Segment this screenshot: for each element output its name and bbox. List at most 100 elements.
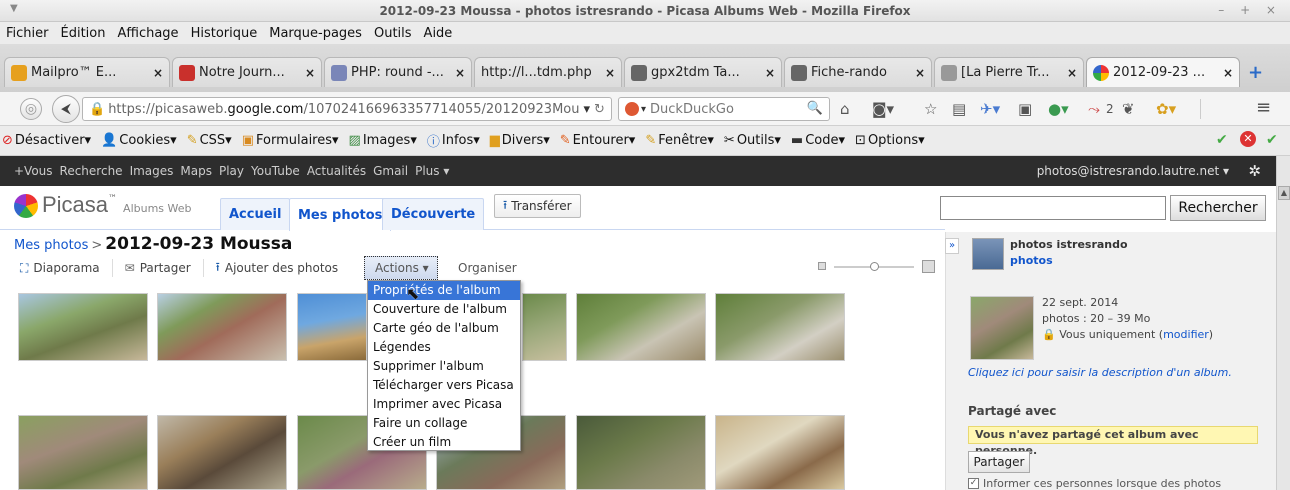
upload-button[interactable]: ⭱ Transférer — [494, 194, 581, 218]
gear-icon[interactable]: ✲ — [1248, 162, 1261, 180]
tab-close-icon[interactable]: × — [909, 66, 925, 80]
thumbnail-size-slider[interactable] — [818, 260, 938, 274]
gbar-vous[interactable]: +Vous — [14, 164, 53, 178]
bm-formulaires[interactable]: ▣ Formulaires▾ — [242, 133, 339, 148]
avatar[interactable] — [972, 238, 1004, 270]
photo-thumbnail[interactable] — [522, 293, 567, 361]
bm-cookies[interactable]: 👤 Cookies▾ — [101, 133, 177, 148]
gbar-youtube[interactable]: YouTube — [251, 164, 300, 178]
bookmark-star-icon[interactable]: ☆ — [924, 100, 937, 118]
identity-icon[interactable]: ◎ — [20, 98, 42, 120]
search-icon[interactable]: 🔍 — [807, 101, 823, 116]
extension-icon[interactable]: ✿▾ — [1156, 100, 1176, 118]
tab-gpx2tdm[interactable]: gpx2tdm Ta... × — [624, 57, 782, 87]
hamburger-menu-icon[interactable]: ≡ — [1256, 97, 1271, 118]
share-button[interactable]: ✉ Partager — [125, 261, 191, 275]
menu-item-legendes[interactable]: Légendes — [368, 338, 520, 357]
slider-handle[interactable] — [870, 262, 879, 271]
gbar-maps[interactable]: Maps — [180, 164, 212, 178]
share-album-button[interactable]: Partager — [968, 451, 1030, 473]
tab-notre-journal[interactable]: Notre Journ... × — [172, 57, 322, 87]
page-scrollbar[interactable]: ▲ — [1276, 156, 1290, 490]
menu-item-supprimer[interactable]: Supprimer l'album — [368, 357, 520, 376]
new-tab-icon[interactable]: + — [1248, 62, 1263, 83]
screenshot-icon[interactable]: ◙▾ — [872, 100, 894, 118]
menu-outils[interactable]: Outils — [374, 26, 412, 41]
menu-marque-pages[interactable]: Marque-pages — [269, 26, 362, 41]
check-green-icon[interactable]: ✔ — [1216, 132, 1228, 148]
photo-thumbnail[interactable] — [157, 415, 287, 490]
tab-close-icon[interactable]: × — [1061, 66, 1077, 80]
tab-mailpro[interactable]: Mailpro™ E... × — [4, 57, 170, 87]
menu-item-film[interactable]: Créer un film — [368, 433, 520, 452]
error-red-icon[interactable]: ✕ — [1240, 131, 1256, 147]
menu-item-couverture[interactable]: Couverture de l'album — [368, 300, 520, 319]
tab-close-icon[interactable]: × — [759, 66, 775, 80]
bm-code[interactable]: ▬ Code▾ — [791, 133, 845, 148]
photo-thumbnail[interactable] — [157, 293, 287, 361]
tab-php-round[interactable]: PHP: round -... × — [324, 57, 472, 87]
url-dropdown-icon[interactable]: ▾ — [583, 102, 590, 117]
scroll-up-icon[interactable]: ▲ — [1278, 186, 1290, 200]
picasa-logo[interactable]: Picasa ™ Albums Web — [14, 192, 192, 218]
photo-thumbnail[interactable] — [576, 415, 706, 490]
photo-thumbnail[interactable] — [18, 415, 148, 490]
menu-edition[interactable]: Édition — [61, 26, 106, 41]
plugin-icon[interactable]: ❦ — [1122, 100, 1135, 118]
bm-options[interactable]: ⊡ Options▾ — [855, 133, 925, 148]
bm-fenetre[interactable]: ✎ Fenêtre▾ — [645, 133, 714, 148]
menu-item-telecharger[interactable]: Télécharger vers Picasa — [368, 376, 520, 395]
owner-photos-link[interactable]: photos — [1010, 254, 1053, 267]
organiser-button[interactable]: Organiser — [458, 261, 517, 275]
account-menu[interactable]: photos@istresrando.lautre.net ▾ — [1037, 164, 1229, 178]
url-bar[interactable]: 🔒 https://picasaweb. google.com/107024166… — [82, 97, 612, 121]
gbar-images[interactable]: Images — [130, 164, 174, 178]
reload-icon[interactable]: ↻ — [594, 102, 605, 117]
bm-css[interactable]: ✎ CSS▾ — [187, 133, 232, 148]
tab-la-pierre[interactable]: [La Pierre Tr... × — [934, 57, 1084, 87]
gbar-play[interactable]: Play — [219, 164, 244, 178]
bm-infos[interactable]: ⓘ Infos▾ — [427, 131, 480, 150]
gbar-gmail[interactable]: Gmail — [373, 164, 408, 178]
notify-checkbox[interactable]: ✓ — [968, 478, 979, 489]
window-controls[interactable]: – + × — [1218, 3, 1282, 17]
menu-fichier[interactable]: Fichier — [6, 26, 49, 41]
photo-thumbnail[interactable] — [576, 293, 706, 361]
panel-expand-icon[interactable]: » — [945, 238, 959, 254]
modify-link[interactable]: modifier — [1163, 328, 1209, 341]
search-button[interactable]: Rechercher — [1170, 195, 1266, 221]
chart-addon-icon[interactable]: ⤳ — [1088, 100, 1100, 118]
bm-images[interactable]: ▨ Images▾ — [349, 133, 417, 148]
gbar-recherche[interactable]: Recherche — [60, 164, 123, 178]
home-icon[interactable]: ⌂ — [840, 100, 850, 118]
album-cover[interactable] — [970, 296, 1034, 360]
bm-divers[interactable]: ▆ Divers▾ — [490, 133, 550, 148]
pocket-icon[interactable]: ▣ — [1018, 100, 1032, 118]
bm-outils[interactable]: ✂ Outils▾ — [724, 133, 781, 148]
tab-close-icon[interactable]: × — [147, 66, 163, 80]
picasa-search-input[interactable] — [940, 196, 1166, 220]
tab-tdm-php[interactable]: http://l...tdm.php × — [474, 57, 622, 87]
bm-entourer[interactable]: ✎ Entourer▾ — [560, 133, 636, 148]
photo-thumbnail[interactable] — [715, 415, 845, 490]
actions-dropdown-button[interactable]: Actions ▾ — [364, 256, 438, 280]
tab-fiche-rando[interactable]: Fiche-rando × — [784, 57, 932, 87]
slideshow-button[interactable]: ⛶ Diaporama — [20, 261, 100, 276]
menu-item-collage[interactable]: Faire un collage — [368, 414, 520, 433]
small-thumb-icon[interactable] — [818, 262, 826, 270]
photo-thumbnail[interactable] — [18, 293, 148, 361]
menu-aide[interactable]: Aide — [424, 26, 453, 41]
tab-picasa-album[interactable]: 2012-09-23 ... × — [1086, 57, 1240, 87]
tab-mes-photos[interactable]: Mes photos — [289, 198, 392, 231]
description-link[interactable]: Cliquez ici pour saisir la description d… — [968, 366, 1232, 379]
tab-close-icon[interactable]: × — [599, 66, 615, 80]
gbar-actualites[interactable]: Actualités — [307, 164, 366, 178]
search-engine-box[interactable]: ▾ DuckDuckGo 🔍 — [618, 97, 830, 121]
photo-thumbnail[interactable] — [297, 293, 367, 361]
check-green-icon-2[interactable]: ✔ — [1266, 132, 1278, 148]
breadcrumb-mes-photos[interactable]: Mes photos — [14, 238, 88, 253]
menu-affichage[interactable]: Affichage — [117, 26, 178, 41]
gbar-plus[interactable]: Plus ▾ — [415, 164, 449, 178]
back-button[interactable]: ⮜ — [52, 95, 80, 123]
menu-item-carte-geo[interactable]: Carte géo de l'album — [368, 319, 520, 338]
